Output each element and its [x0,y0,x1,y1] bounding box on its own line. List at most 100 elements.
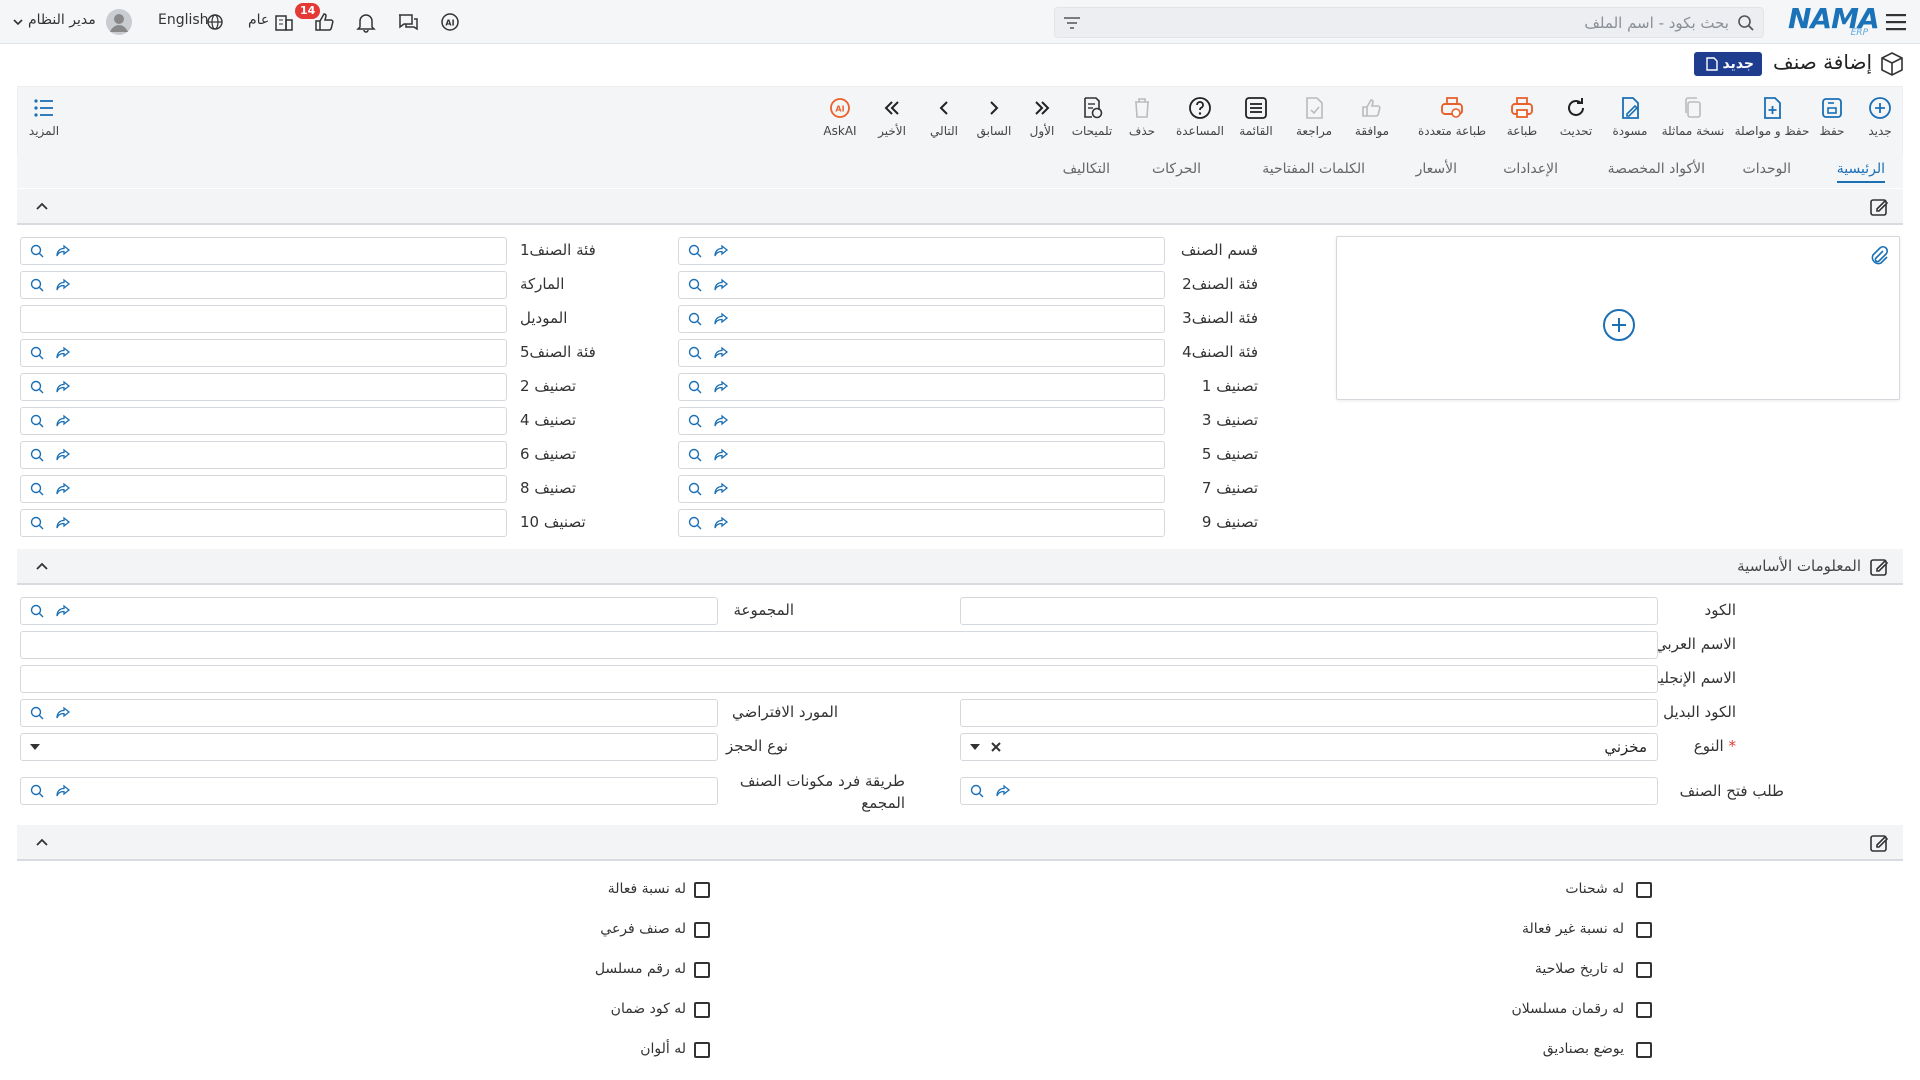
ai-assistant-icon[interactable]: AI [438,10,462,34]
share-arrow-icon[interactable] [55,705,71,721]
search-refresh-icon[interactable] [29,705,45,721]
classification-right-input[interactable] [678,441,1165,469]
classification-right-input[interactable] [678,373,1165,401]
edit-section-icon[interactable] [1869,833,1889,853]
share-arrow-icon[interactable] [55,243,71,259]
share-arrow-icon[interactable] [713,447,729,463]
tab-transactions[interactable]: الحركات [1152,161,1201,177]
share-arrow-icon[interactable] [713,277,729,293]
classification-left-input[interactable] [20,475,507,503]
option-checkbox[interactable] [694,962,710,978]
tab-keywords[interactable]: الكلمات المفتاحية [1262,161,1365,177]
search-refresh-icon[interactable] [687,515,703,531]
user-avatar-icon[interactable] [106,9,132,35]
help-button[interactable]: المساعدة [1170,95,1230,151]
search-refresh-icon[interactable] [687,447,703,463]
share-arrow-icon[interactable] [713,481,729,497]
tab-prices[interactable]: الأسعار [1416,161,1457,177]
caret-down-icon[interactable] [29,742,41,752]
classification-right-input[interactable] [678,305,1165,333]
search-refresh-icon[interactable] [969,783,985,799]
search-refresh-icon[interactable] [29,515,45,531]
option-checkbox[interactable] [694,1002,710,1018]
next-record-button[interactable]: التالي [914,95,974,151]
share-arrow-icon[interactable] [55,379,71,395]
chat-icon[interactable] [396,10,420,34]
nama-erp-logo[interactable]: NAMA ERP [1788,4,1880,39]
search-refresh-icon[interactable] [687,345,703,361]
list-button[interactable]: القائمة [1226,95,1286,151]
share-arrow-icon[interactable] [713,379,729,395]
default-supplier-input[interactable] [20,699,718,727]
chevron-up-icon[interactable] [35,835,49,849]
search-refresh-icon[interactable] [29,481,45,497]
multi-print-button[interactable]: طباعة متعددة [1412,95,1492,151]
search-refresh-icon[interactable] [687,481,703,497]
share-arrow-icon[interactable] [55,277,71,293]
option-checkbox[interactable] [1636,1002,1652,1018]
classification-left-input[interactable] [20,373,507,401]
search-refresh-icon[interactable] [29,783,45,799]
clear-x-icon[interactable] [989,740,1003,754]
draft-button[interactable]: مسودة [1600,95,1660,151]
share-arrow-icon[interactable] [713,243,729,259]
type-select[interactable]: مخزني [960,733,1658,761]
option-checkbox[interactable] [1636,922,1652,938]
save-button[interactable]: حفظ [1802,95,1862,151]
option-checkbox[interactable] [694,922,710,938]
classification-left-input[interactable] [20,441,507,469]
print-button[interactable]: طباعة [1492,95,1552,151]
askai-button[interactable]: AI AskAI [810,95,870,151]
arabic-name-input[interactable] [20,631,1658,659]
share-arrow-icon[interactable] [55,447,71,463]
chevron-down-icon[interactable] [12,16,24,28]
share-arrow-icon[interactable] [55,345,71,361]
classification-right-input[interactable] [678,509,1165,537]
search-refresh-icon[interactable] [687,311,703,327]
search-refresh-icon[interactable] [29,243,45,259]
classification-right-input[interactable] [678,271,1165,299]
share-arrow-icon[interactable] [55,603,71,619]
classification-left-input[interactable] [20,271,507,299]
item-image-dropzone[interactable] [1336,236,1900,400]
add-image-icon[interactable] [1602,308,1636,342]
company-building-icon[interactable] [272,10,296,34]
search-refresh-icon[interactable] [29,603,45,619]
search-refresh-icon[interactable] [29,379,45,395]
search-refresh-icon[interactable] [687,413,703,429]
tab-settings[interactable]: الإعدادات [1503,161,1558,177]
share-arrow-icon[interactable] [55,515,71,531]
tab-custom-codes[interactable]: الأكواد المخصصة [1608,161,1705,177]
more-button[interactable]: المزيد [14,95,74,151]
item-open-request-input[interactable] [960,777,1658,805]
tab-costs[interactable]: التكاليف [1063,161,1110,177]
classification-left-input[interactable] [20,407,507,435]
notifications-bell-icon[interactable] [354,10,378,34]
search-refresh-icon[interactable] [687,277,703,293]
edit-section-icon[interactable] [1869,197,1889,217]
edit-section-icon[interactable] [1869,557,1889,577]
share-arrow-icon[interactable] [713,345,729,361]
option-checkbox[interactable] [694,882,710,898]
language-switch[interactable]: English [158,12,209,28]
filter-icon[interactable] [1063,15,1081,31]
share-arrow-icon[interactable] [55,481,71,497]
global-search-input[interactable]: بحث بكود - اسم الملف [1054,7,1764,38]
user-name[interactable]: مدير النظام [28,12,96,28]
share-arrow-icon[interactable] [55,413,71,429]
option-checkbox[interactable] [1636,882,1652,898]
approve-button[interactable]: موافقة [1342,95,1402,151]
globe-icon[interactable] [206,13,224,31]
classification-right-input[interactable] [678,237,1165,265]
classification-right-input[interactable] [678,475,1165,503]
paperclip-icon[interactable] [1869,245,1889,267]
search-refresh-icon[interactable] [29,277,45,293]
search-refresh-icon[interactable] [29,413,45,429]
classification-right-input[interactable] [678,407,1165,435]
group-input[interactable] [20,597,718,625]
chevron-up-icon[interactable] [35,199,49,213]
menu-icon[interactable] [1884,11,1908,33]
alt-code-input[interactable] [960,699,1658,727]
classification-left-input[interactable] [20,339,507,367]
share-arrow-icon[interactable] [995,783,1011,799]
